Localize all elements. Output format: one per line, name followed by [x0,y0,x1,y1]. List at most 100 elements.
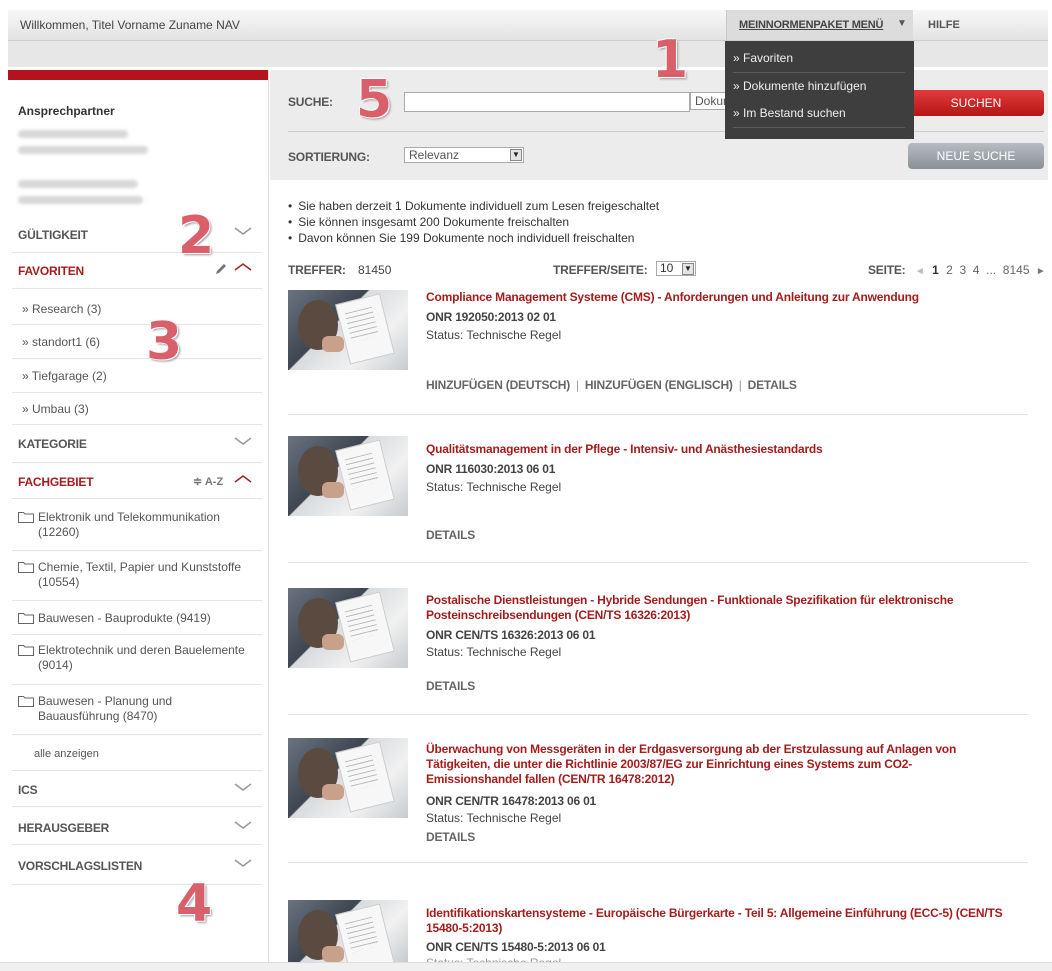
new-search-button[interactable]: NEUE SUCHE [908,143,1044,169]
sort-select[interactable]: Relevanz ▼ [404,147,524,163]
search-input[interactable] [404,92,690,112]
result-status: Status: Technische Regel [426,480,562,494]
favoriten-item[interactable]: » Umbau (3) [22,402,89,416]
hits-value: 81450 [358,263,392,277]
contact-title: Ansprechpartner [18,104,115,118]
document-thumbnail[interactable] [288,738,408,818]
result-actions: DETAILS [426,679,475,693]
folder-icon [18,512,34,523]
add-german-link[interactable]: HINZUFÜGEN (DEUTSCH) [426,378,570,392]
show-all-link[interactable]: alle anzeigen [34,748,99,760]
chevron-down-icon[interactable] [234,820,252,830]
divider [12,600,262,601]
add-english-link[interactable]: HINZUFÜGEN (ENGLISCH) [585,378,733,392]
chevron-down-icon[interactable] [234,226,252,236]
fachgebiet-item[interactable]: Chemie, Textil, Papier und Kunststoffe (… [38,560,248,590]
favoriten-item[interactable]: » Tiefgarage (2) [22,369,107,383]
divider [12,634,262,635]
divider [288,562,1028,563]
annotation-number: 3 [146,312,183,372]
section-favoriten[interactable]: FAVORITEN [18,264,84,278]
help-link[interactable]: HILFE [928,19,960,31]
menu-label: MEINNORMENPAKET MENÜ [739,19,884,31]
favoriten-item[interactable]: » Research (3) [22,302,101,316]
prev-page-icon[interactable]: ◄ [915,266,925,277]
sort-label: SORTIERUNG: [288,150,370,164]
chevron-up-icon[interactable] [234,262,252,272]
chevron-down-icon[interactable] [234,782,252,792]
blurred-contact-line [18,196,143,204]
fachgebiet-item[interactable]: Elektronik und Telekommunikation (12260) [38,510,248,540]
sort-az-toggle[interactable]: ≑ A-Z [193,475,223,488]
result-actions: DETAILS [426,528,475,542]
annotation-number: 1 [652,30,689,90]
document-thumbnail[interactable] [288,900,408,962]
document-thumbnail[interactable] [288,436,408,516]
divider [12,462,262,463]
annotation-number: 5 [356,70,393,130]
fachgebiet-item[interactable]: Bauwesen - Planung und Bauausführung (84… [38,694,248,724]
folder-icon [18,645,34,656]
menu-item-im-bestand-suchen[interactable]: » Im Bestand suchen [733,106,846,120]
section-vorschlagslisten[interactable]: VORSCHLAGSLISTEN [18,859,142,873]
divider [288,131,1044,132]
top-bar: Willkommen, Titel Vorname Zuname NAV MEI… [8,10,1048,41]
section-gueltigkeit[interactable]: GÜLTIGKEIT [18,228,88,242]
next-page-icon[interactable]: ► [1036,266,1046,277]
info-item: Davon können Sie 199 Dokumente noch indi… [288,230,659,246]
divider [12,770,262,771]
blurred-contact-line [18,146,148,154]
meinnormenpaket-menu-button[interactable]: MEINNORMENPAKET MENÜ ▼ [726,10,913,40]
perpage-value: 10 [660,261,674,275]
document-thumbnail[interactable] [288,588,408,668]
details-link[interactable]: DETAILS [748,378,797,392]
result-title[interactable]: Identifikationskartensysteme - Europäisc… [426,906,1006,936]
blurred-contact-line [18,130,128,138]
divider [288,862,1028,863]
details-link[interactable]: DETAILS [426,528,475,542]
divider [12,288,262,289]
section-fachgebiet[interactable]: FACHGEBIET [18,475,94,489]
menu-dropdown: » Favoriten » Dokumente hinzufügen » Im … [725,41,914,139]
document-thumbnail[interactable] [288,290,408,370]
divider [12,392,262,393]
divider [12,498,262,499]
triangle-down-icon: ▼ [897,18,907,29]
details-link[interactable]: DETAILS [426,830,475,844]
folder-icon [18,613,34,624]
pencil-icon[interactable] [214,262,228,279]
favoriten-item[interactable]: » standort1 (6) [22,335,100,349]
annotation-number: 2 [178,206,215,266]
divider [733,72,905,73]
fachgebiet-item[interactable]: Bauwesen - Bauprodukte (9419) [38,611,248,626]
chevron-up-icon[interactable] [234,474,252,484]
menu-item-favoriten[interactable]: » Favoriten [733,51,793,65]
info-item: Sie können insgesamt 200 Dokumente freis… [288,214,659,230]
result-code: ONR CEN/TS 15480-5:2013 06 01 [426,940,606,954]
result-title[interactable]: Qualitätsmanagement in der Pflege - Inte… [426,442,1006,457]
divider [12,358,262,359]
section-herausgeber[interactable]: HERAUSGEBER [18,821,109,835]
blurred-contact-line [18,180,138,188]
page-label: SEITE: [868,263,906,277]
perpage-label: TREFFER/SEITE: [553,263,648,277]
divider [12,684,262,685]
chevron-down-icon[interactable] [234,436,252,446]
result-title[interactable]: Compliance Management Systeme (CMS) - An… [426,290,1006,305]
result-code: ONR CEN/TR 16478:2013 06 01 [426,794,597,808]
result-title[interactable]: Überwachung von Messgeräten in der Erdga… [426,742,1006,787]
perpage-select[interactable]: 10 ▼ [656,261,696,276]
search-button[interactable]: SUCHEN [908,90,1044,116]
chevron-down-icon[interactable] [234,858,252,868]
page-current[interactable]: 1 [932,263,939,277]
section-ics[interactable]: ICS [18,783,38,797]
fachgebiet-item[interactable]: Elektrotechnik und deren Bauelemente (90… [38,643,248,673]
details-link[interactable]: DETAILS [426,679,475,693]
divider [12,734,262,735]
section-kategorie[interactable]: KATEGORIE [18,437,87,451]
page-links[interactable]: 2 3 4 ... 8145 [946,263,1029,277]
result-title[interactable]: Postalische Dienstleistungen - Hybride S… [426,593,1006,623]
welcome-text: Willkommen, Titel Vorname Zuname NAV [20,18,240,32]
menu-item-dokumente-hinzufuegen[interactable]: » Dokumente hinzufügen [733,79,866,93]
divider [12,806,262,807]
